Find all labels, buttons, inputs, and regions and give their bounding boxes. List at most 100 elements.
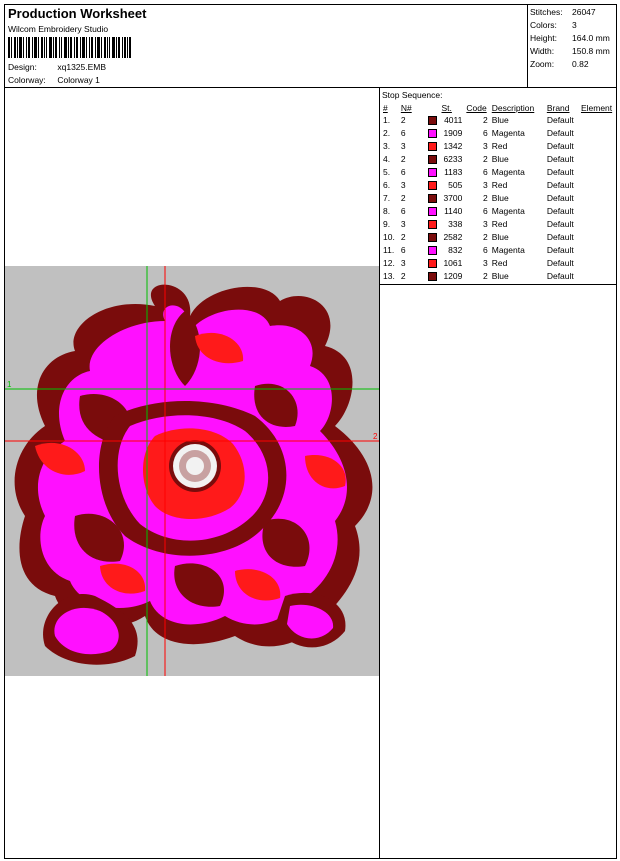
cell-num: 7. xyxy=(383,193,391,203)
cell-swatch xyxy=(426,244,440,257)
design-filename: xq1325.EMB xyxy=(57,62,107,72)
stat-value: 0.82 xyxy=(572,59,589,69)
cell-swatch xyxy=(426,218,440,231)
cell-swatch xyxy=(426,257,440,270)
stat-value: 150.8 mm xyxy=(572,46,610,56)
cell-brand: Default xyxy=(546,115,574,125)
design-canvas: 1 2 xyxy=(5,266,379,676)
flower-embroidery-image: 1 2 xyxy=(5,266,379,676)
cell-description: Red xyxy=(491,141,508,151)
stop-sequence-table: # N# St. Code Description Brand Element … xyxy=(381,102,616,283)
table-row: 12. 3 1061 3 Red Default xyxy=(381,257,616,270)
cell-needle: 3 xyxy=(400,219,406,229)
stat-value: 3 xyxy=(572,20,577,30)
cell-num: 8. xyxy=(383,206,391,216)
cell-brand: Default xyxy=(546,180,574,190)
cell-stitches: 1909 xyxy=(443,128,463,138)
page-title: Production Worksheet xyxy=(8,6,147,21)
cell-stitches: 1140 xyxy=(444,206,463,216)
stat-label: Stitches: xyxy=(530,7,563,17)
cell-swatch xyxy=(426,127,440,140)
cell-description: Magenta xyxy=(491,245,525,255)
cell-brand: Default xyxy=(546,154,574,164)
table-row: 6. 3 505 3 Red Default xyxy=(381,179,616,192)
guide-label-1: 1 xyxy=(7,380,12,389)
color-swatch xyxy=(427,142,437,152)
cell-brand: Default xyxy=(546,167,574,177)
table-row: 10. 2 2582 2 Blue Default xyxy=(381,231,616,244)
colorway-label: Colorway: xyxy=(8,75,46,85)
cell-needle: 2 xyxy=(400,232,406,242)
color-swatch xyxy=(427,116,437,126)
cell-swatch xyxy=(426,270,440,283)
colorway-row: Colorway: Colorway 1 xyxy=(8,75,100,85)
table-row: 1. 2 4011 2 Blue Default xyxy=(381,114,616,127)
cell-needle: 3 xyxy=(400,180,406,190)
cell-element xyxy=(579,205,616,218)
cell-brand: Default xyxy=(546,245,574,255)
cell-element xyxy=(579,166,616,179)
software-name: Wilcom Embroidery Studio xyxy=(8,24,109,34)
col-header-brand: Brand xyxy=(546,103,570,113)
stat-value: 26047 xyxy=(572,7,596,17)
cell-num: 2. xyxy=(383,128,391,138)
table-row: 4. 2 6233 2 Blue Default xyxy=(381,153,616,166)
col-header-stitches: St. xyxy=(441,103,452,113)
cell-description: Blue xyxy=(491,154,509,164)
cell-num: 6. xyxy=(383,180,391,190)
color-swatch xyxy=(427,181,437,191)
cell-num: 4. xyxy=(383,154,391,164)
cell-brand: Default xyxy=(546,271,574,281)
cell-code: 6 xyxy=(483,245,488,255)
cell-stitches: 6233 xyxy=(443,154,463,164)
stat-stitches: Stitches: 26047 xyxy=(530,6,616,19)
cell-needle: 6 xyxy=(400,128,406,138)
cell-brand: Default xyxy=(546,258,574,268)
col-header-swatch xyxy=(426,102,440,114)
cell-element xyxy=(579,140,616,153)
col-header-description: Description xyxy=(491,103,535,113)
cell-description: Blue xyxy=(491,232,509,242)
cell-element xyxy=(579,192,616,205)
stat-colors: Colors: 3 xyxy=(530,19,616,32)
color-swatch xyxy=(427,272,437,282)
color-swatch xyxy=(427,168,437,178)
cell-needle: 6 xyxy=(400,245,406,255)
stat-width: Width: 150.8 mm xyxy=(530,45,616,58)
cell-description: Magenta xyxy=(491,167,525,177)
col-header-num: # xyxy=(383,103,388,113)
stop-sequence-title: Stop Sequence: xyxy=(382,90,443,100)
cell-swatch xyxy=(426,166,440,179)
cell-brand: Default xyxy=(546,232,574,242)
design-preview-pane: 1 2 xyxy=(5,88,380,858)
cell-code: 2 xyxy=(483,154,488,164)
color-swatch xyxy=(427,129,437,139)
table-row: 13. 2 1209 2 Blue Default xyxy=(381,270,616,283)
cell-needle: 6 xyxy=(400,167,406,177)
color-swatch xyxy=(427,194,437,204)
stat-zoom: Zoom: 0.82 xyxy=(530,58,616,71)
color-swatch xyxy=(427,155,437,165)
cell-swatch xyxy=(426,140,440,153)
cell-element xyxy=(579,218,616,231)
cell-needle: 2 xyxy=(400,193,406,203)
cell-needle: 2 xyxy=(400,154,406,164)
table-row: 8. 6 1140 6 Magenta Default xyxy=(381,205,616,218)
cell-brand: Default xyxy=(546,219,574,229)
color-swatch xyxy=(427,246,437,256)
cell-element xyxy=(579,179,616,192)
cell-description: Blue xyxy=(491,115,509,125)
cell-swatch xyxy=(426,231,440,244)
cell-stitches: 505 xyxy=(448,180,463,190)
stop-sequence-panel: Stop Sequence: # N# St. Code Description… xyxy=(380,88,616,285)
cell-brand: Default xyxy=(546,193,574,203)
cell-needle: 2 xyxy=(400,115,406,125)
stop-sequence-rows: 1. 2 4011 2 Blue Default 2. 6 1909 6 Magenta Defaul… xyxy=(381,114,616,283)
cell-stitches: 3700 xyxy=(443,193,463,203)
cell-swatch xyxy=(426,114,440,127)
cell-description: Blue xyxy=(491,193,509,203)
color-swatch xyxy=(427,259,437,269)
cell-stitches: 1342 xyxy=(443,141,463,151)
cell-brand: Default xyxy=(546,128,574,138)
cell-swatch xyxy=(426,153,440,166)
